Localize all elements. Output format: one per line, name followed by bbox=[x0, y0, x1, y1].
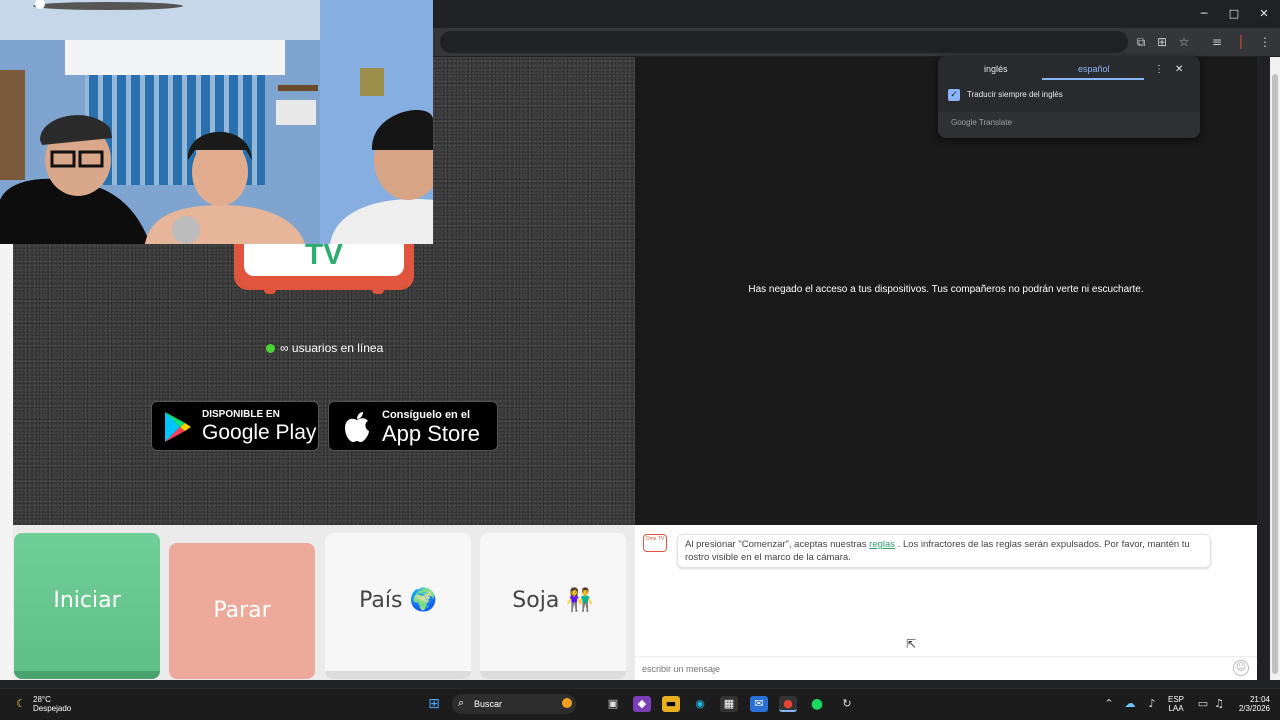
translate-icon[interactable]: ⧉ bbox=[1132, 33, 1150, 51]
emoji-icon[interactable]: ☺ bbox=[1233, 660, 1249, 676]
gender-button-label: Soja 👫 bbox=[512, 588, 594, 613]
start-button-label: Iniciar bbox=[53, 588, 121, 613]
mouse-cursor-icon: ⇱ bbox=[906, 637, 917, 651]
address-bar[interactable] bbox=[440, 31, 1128, 53]
gender-button[interactable]: Soja 👫 bbox=[480, 533, 626, 679]
tab-search-icon[interactable]: ≡ bbox=[1208, 33, 1226, 51]
menu-icon[interactable]: ⋮ bbox=[1256, 33, 1274, 51]
system-message-prefix: Al presionar "Comenzar", aceptas nuestra… bbox=[685, 539, 867, 550]
app-store-big-text: App Store bbox=[382, 421, 480, 446]
device-denied-notice: Has negado el acceso a tus dispositivos.… bbox=[748, 284, 1144, 295]
translate-close-icon[interactable]: ✕ bbox=[1175, 64, 1183, 75]
weather-widget[interactable]: 28°C Despejado bbox=[33, 695, 71, 713]
file-explorer-icon[interactable]: ▬ bbox=[662, 696, 680, 712]
translate-brand: Google Translate bbox=[951, 118, 1012, 127]
volume-icon[interactable]: ♫ bbox=[1210, 696, 1228, 712]
lang-top: ESP bbox=[1168, 695, 1185, 704]
edge-icon[interactable]: ◉ bbox=[691, 696, 709, 712]
close-window-button[interactable]: ✕ bbox=[1254, 5, 1274, 23]
ometv-logo: TV bbox=[234, 236, 414, 294]
always-translate-checkbox[interactable]: ✓ bbox=[948, 89, 960, 101]
webcam-overlay bbox=[0, 0, 433, 244]
search-icon: ⌕ bbox=[458, 696, 465, 709]
message-input[interactable] bbox=[642, 661, 1202, 677]
translate-options-icon[interactable]: ⋮ bbox=[1154, 64, 1164, 75]
online-dot-icon bbox=[266, 344, 275, 353]
message-input-bar bbox=[635, 656, 1257, 680]
search-highlight-icon bbox=[562, 698, 572, 708]
ometv-chat-icon: Ome TV bbox=[643, 534, 667, 552]
windows-start-icon[interactable]: ⊞ bbox=[425, 696, 443, 712]
stop-button-label: Parar bbox=[213, 598, 271, 623]
tray-onedrive-icon[interactable]: ☁ bbox=[1121, 696, 1139, 712]
maximize-button[interactable]: □ bbox=[1224, 5, 1244, 23]
always-translate-label: Traducir siempre del inglés bbox=[967, 90, 1063, 99]
profile-icon[interactable]: │ bbox=[1232, 33, 1250, 51]
clock-time: 21:04 bbox=[1249, 695, 1270, 704]
language-indicator[interactable]: ESP LAA bbox=[1168, 695, 1184, 713]
country-button[interactable]: País 🌍 bbox=[325, 533, 471, 679]
clock[interactable]: 21:04 2/3/2026 bbox=[1232, 695, 1270, 713]
translate-tab-underline bbox=[1042, 78, 1144, 80]
google-play-small-text: DISPONIBLE EN bbox=[202, 409, 280, 420]
microphone-icon[interactable]: ♪ bbox=[1143, 696, 1161, 712]
start-button[interactable]: Iniciar bbox=[14, 533, 160, 679]
online-users: ∞ usuarios en línea bbox=[266, 340, 383, 356]
webcam-scene bbox=[0, 0, 433, 244]
bookmark-star-icon[interactable]: ☆ bbox=[1175, 33, 1193, 51]
mail-icon[interactable]: ✉ bbox=[750, 696, 768, 712]
weather-temp: 28°C bbox=[33, 695, 51, 704]
spotify-icon[interactable]: ● bbox=[808, 696, 826, 712]
search-label: Buscar bbox=[474, 699, 503, 709]
rules-link[interactable]: reglas bbox=[869, 539, 895, 550]
chrome-icon[interactable]: ● bbox=[779, 696, 797, 712]
app-icon-misc[interactable]: ↻ bbox=[838, 696, 856, 712]
install-icon[interactable]: ⊞ bbox=[1153, 33, 1171, 51]
taskbar-search[interactable]: ⌕ Buscar bbox=[452, 694, 576, 714]
screen: ─ □ ✕ ⧉ ⊞ ☆ ≡ │ ⋮ TV ∞ usuarios en línea… bbox=[0, 0, 1280, 720]
stop-button[interactable]: Parar bbox=[169, 543, 315, 679]
task-view-icon[interactable]: ▣ bbox=[604, 696, 622, 712]
app-store-button[interactable]: Consíguelo en el App Store bbox=[328, 401, 498, 451]
google-play-button[interactable]: DISPONIBLE EN Google Play bbox=[151, 401, 319, 451]
lang-bottom: LAA bbox=[1168, 704, 1184, 713]
scrollbar-thumb[interactable] bbox=[1272, 74, 1278, 674]
logo-leg-left bbox=[264, 286, 276, 294]
google-play-icon bbox=[165, 412, 191, 442]
google-play-big-text: Google Play bbox=[202, 421, 317, 444]
store-icon[interactable]: ▦ bbox=[720, 696, 738, 712]
app-store-small-text: Consíguelo en el bbox=[382, 409, 471, 421]
translate-tab-target[interactable]: español bbox=[1078, 64, 1110, 74]
minimize-button[interactable]: ─ bbox=[1194, 5, 1214, 23]
translate-popup: inglés español ⋮ ✕ ✓ Traducir siempre de… bbox=[938, 56, 1200, 138]
weather-moon-icon[interactable]: ☾ bbox=[12, 696, 30, 712]
translate-footer: Google Translate bbox=[938, 112, 1200, 138]
app-icon-purple[interactable]: ◆ bbox=[633, 696, 651, 712]
apple-logo-icon bbox=[345, 412, 369, 442]
translate-tab-source[interactable]: inglés bbox=[984, 64, 1008, 74]
tray-chevron-icon[interactable]: ⌃ bbox=[1100, 696, 1118, 712]
system-message: Al presionar "Comenzar", aceptas nuestra… bbox=[677, 534, 1211, 568]
country-button-label: País 🌍 bbox=[359, 588, 437, 613]
clock-date: 2/3/2026 bbox=[1238, 704, 1270, 713]
weather-desc: Despejado bbox=[33, 704, 72, 713]
online-users-text: ∞ usuarios en línea bbox=[280, 341, 384, 355]
logo-leg-right bbox=[372, 286, 384, 294]
